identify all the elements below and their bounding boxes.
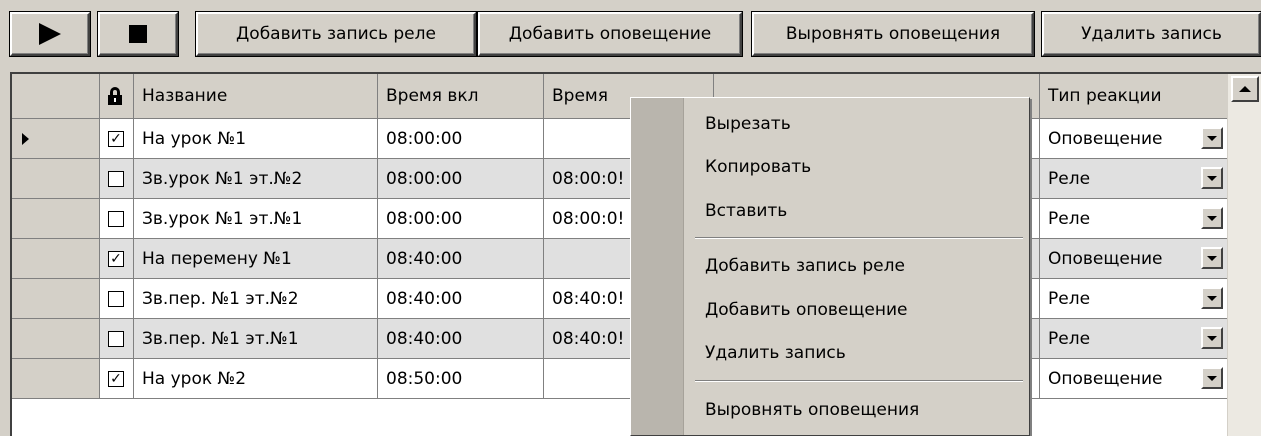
- reaction-type-value: Реле: [1048, 288, 1091, 309]
- reaction-type-value: Оповещение: [1048, 368, 1163, 389]
- reaction-type-select[interactable]: Оповещение: [1040, 239, 1230, 279]
- row-indicator[interactable]: [12, 119, 100, 159]
- time-on-cell[interactable]: 08:00:00: [378, 119, 544, 159]
- lock-cell: ✓: [100, 239, 134, 279]
- chevron-down-icon: [1207, 295, 1217, 301]
- time-on-cell[interactable]: 08:40:00: [378, 239, 544, 279]
- table-row[interactable]: Зв.урок №1 эт.№2 08:00:00 08:00:0! Реле: [12, 159, 1230, 199]
- stop-icon: [129, 25, 147, 43]
- chevron-down-icon: [1207, 335, 1217, 341]
- lock-cell: ✓: [100, 119, 134, 159]
- dropdown-button[interactable]: [1201, 287, 1223, 309]
- scroll-up-button[interactable]: [1231, 76, 1259, 102]
- time-on-cell[interactable]: 08:00:00: [378, 199, 544, 239]
- reaction-type-select[interactable]: Оповещение: [1040, 359, 1230, 399]
- lock-checkbox[interactable]: [108, 210, 124, 227]
- lock-checkbox[interactable]: ✓: [108, 370, 124, 387]
- name-cell[interactable]: Зв.урок №1 эт.№2: [134, 159, 378, 199]
- lock-cell: [100, 199, 134, 239]
- row-indicator[interactable]: [12, 199, 100, 239]
- delete-record-button[interactable]: Удалить запись: [1042, 12, 1261, 56]
- menu-separator: [695, 380, 1023, 382]
- table-row[interactable]: Зв.пер. №1 эт.№2 08:40:00 08:40:0! Реле: [12, 279, 1230, 319]
- play-icon: [39, 23, 61, 45]
- reaction-type-select[interactable]: Оповещение: [1040, 119, 1230, 159]
- table-row[interactable]: Зв.пер. №1 эт.№1 08:40:00 08:40:0! Реле: [12, 319, 1230, 359]
- reaction-type-select[interactable]: Реле: [1040, 199, 1230, 239]
- chevron-down-icon: [1207, 175, 1217, 181]
- dropdown-button[interactable]: [1201, 167, 1223, 189]
- dropdown-button[interactable]: [1201, 247, 1223, 269]
- lock-checkbox[interactable]: ✓: [108, 130, 124, 147]
- reaction-type-value: Реле: [1048, 168, 1091, 189]
- table-row[interactable]: ✓ На урок №1 08:00:00 Оповещение: [12, 119, 1230, 159]
- row-indicator[interactable]: [12, 159, 100, 199]
- align-alerts-button[interactable]: Выровнять оповещения: [752, 12, 1034, 56]
- reaction-type-value: Оповещение: [1048, 248, 1163, 269]
- menu-item-add-alert[interactable]: Добавить оповещение: [705, 300, 907, 320]
- lock-cell: [100, 159, 134, 199]
- lock-cell: ✓: [100, 359, 134, 399]
- name-cell[interactable]: На перемену №1: [134, 239, 378, 279]
- reaction-type-select[interactable]: Реле: [1040, 319, 1230, 359]
- reaction-type-value: Оповещение: [1048, 128, 1163, 149]
- chevron-down-icon: [1207, 255, 1217, 261]
- lock-icon: [108, 87, 122, 105]
- time-on-cell[interactable]: 08:40:00: [378, 319, 544, 359]
- header-time-on[interactable]: Время вкл: [378, 74, 544, 119]
- menu-item-cut[interactable]: Вырезать: [705, 114, 791, 134]
- time-on-cell[interactable]: 08:50:00: [378, 359, 544, 399]
- table-row[interactable]: ✓ На перемену №1 08:40:00 Оповещение: [12, 239, 1230, 279]
- menu-item-delete[interactable]: Удалить запись: [705, 343, 846, 363]
- stop-button[interactable]: [98, 12, 178, 56]
- name-cell[interactable]: На урок №1: [134, 119, 378, 159]
- dropdown-button[interactable]: [1201, 207, 1223, 229]
- context-menu: Вырезать Копировать Вставить Добавить за…: [630, 97, 1030, 436]
- table-row[interactable]: Зв.урок №1 эт.№1 08:00:00 08:00:0! Реле: [12, 199, 1230, 239]
- arrow-up-icon: [1239, 86, 1251, 92]
- name-cell[interactable]: Зв.урок №1 эт.№1: [134, 199, 378, 239]
- table-row[interactable]: ✓ На урок №2 08:50:00 Оповещение: [12, 359, 1230, 399]
- dropdown-button[interactable]: [1201, 127, 1223, 149]
- dropdown-button[interactable]: [1201, 327, 1223, 349]
- menu-item-paste[interactable]: Вставить: [705, 201, 787, 221]
- header-reaction-type[interactable]: Тип реакции: [1040, 74, 1230, 119]
- row-indicator[interactable]: [12, 239, 100, 279]
- name-cell[interactable]: Зв.пер. №1 эт.№1: [134, 319, 378, 359]
- lock-cell: [100, 279, 134, 319]
- play-button[interactable]: [10, 12, 90, 56]
- reaction-type-select[interactable]: Реле: [1040, 159, 1230, 199]
- row-indicator[interactable]: [12, 319, 100, 359]
- header-lock[interactable]: [100, 74, 134, 119]
- chevron-down-icon: [1207, 135, 1217, 141]
- lock-checkbox[interactable]: [108, 330, 124, 347]
- name-cell[interactable]: Зв.пер. №1 эт.№2: [134, 279, 378, 319]
- vertical-scrollbar[interactable]: [1227, 74, 1261, 436]
- header-indicator: [12, 74, 100, 119]
- menu-item-copy[interactable]: Копировать: [705, 157, 811, 177]
- lock-checkbox[interactable]: ✓: [108, 250, 124, 267]
- dropdown-button[interactable]: [1201, 367, 1223, 389]
- name-cell[interactable]: На урок №2: [134, 359, 378, 399]
- lock-checkbox[interactable]: [108, 290, 124, 307]
- lock-cell: [100, 319, 134, 359]
- menu-item-align[interactable]: Выровнять оповещения: [705, 400, 919, 420]
- menu-separator: [695, 237, 1023, 239]
- menu-item-add-relay[interactable]: Добавить запись реле: [705, 256, 905, 276]
- add-relay-record-button[interactable]: Добавить запись реле: [196, 12, 476, 56]
- time-on-cell[interactable]: 08:00:00: [378, 159, 544, 199]
- reaction-type-select[interactable]: Реле: [1040, 279, 1230, 319]
- current-row-icon: [22, 132, 29, 145]
- time-on-cell[interactable]: 08:40:00: [378, 279, 544, 319]
- chevron-down-icon: [1207, 375, 1217, 381]
- context-menu-icon-strip: [631, 98, 684, 435]
- chevron-down-icon: [1207, 215, 1217, 221]
- reaction-type-value: Реле: [1048, 208, 1091, 229]
- row-indicator[interactable]: [12, 359, 100, 399]
- header-name[interactable]: Название: [134, 74, 378, 119]
- reaction-type-value: Реле: [1048, 328, 1091, 349]
- add-alert-button[interactable]: Добавить оповещение: [478, 12, 742, 56]
- row-indicator[interactable]: [12, 279, 100, 319]
- lock-checkbox[interactable]: [108, 170, 124, 187]
